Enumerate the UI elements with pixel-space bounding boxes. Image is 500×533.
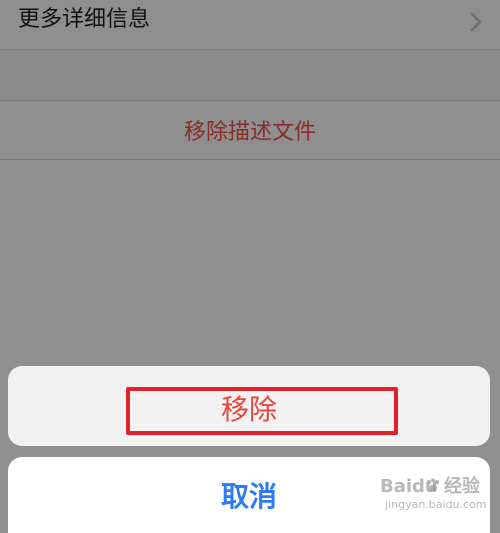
section-gap: [0, 50, 500, 100]
chevron-right-icon: [470, 12, 482, 32]
watermark-sub: jingyan.baidu.com: [385, 498, 487, 511]
cancel-button[interactable]: 取消: [221, 475, 277, 515]
more-details-row[interactable]: 更多详细信息: [0, 0, 500, 50]
remove-profile-row[interactable]: 移除描述文件: [0, 100, 500, 160]
baidu-watermark: Baidu 经验 jingyan.baidu.com: [380, 477, 490, 517]
dimmed-settings-screen: 更多详细信息 移除描述文件: [0, 0, 500, 533]
remove-button[interactable]: 移除: [221, 388, 277, 428]
remove-profile-label: 移除描述文件: [183, 120, 316, 145]
more-details-label: 更多详细信息: [18, 7, 151, 32]
remove-action-sheet[interactable]: 移除: [8, 366, 490, 446]
baidu-paw-icon: [427, 478, 439, 492]
